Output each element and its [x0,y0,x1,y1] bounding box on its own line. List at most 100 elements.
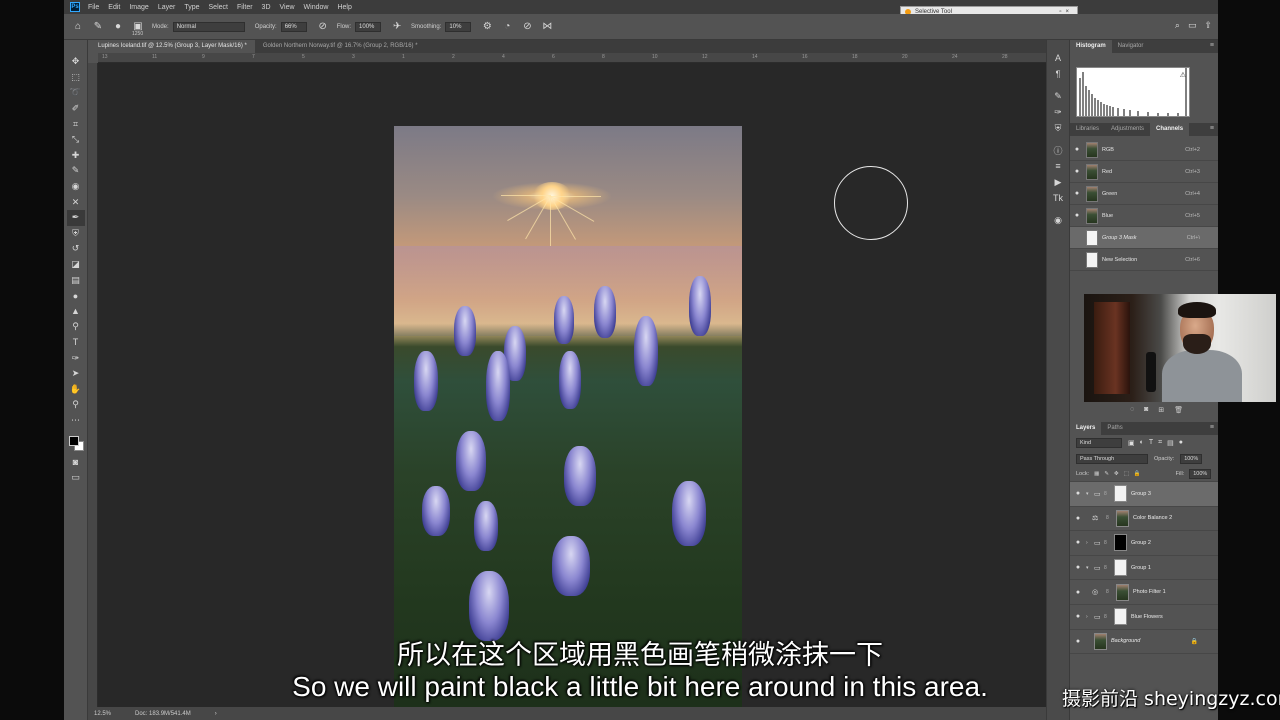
share-icon[interactable]: ⇪ [1204,20,1212,31]
tab-channels[interactable]: Channels [1150,123,1190,136]
clone-stamp-tool-icon[interactable]: ⛨ [67,226,85,242]
layer-row-blue-flowers[interactable]: ● › ▭ 8 Blue Flowers [1070,605,1218,630]
marquee-tool-icon[interactable]: ⬚ [67,70,85,86]
document-canvas[interactable] [98,63,1046,707]
paragraph-icon[interactable]: ¶ [1050,66,1066,82]
history-brush-tool-icon[interactable]: ↺ [67,241,85,257]
screen-mode-icon[interactable]: ▭ [67,470,85,486]
expand-arrow-icon[interactable]: ▾ [1086,565,1094,571]
adjustment-filter-icon[interactable]: ◐ [1140,439,1144,447]
brush-settings-panel-icon[interactable]: ✎ [1050,88,1066,104]
smoothing-field[interactable]: 10% [445,21,472,32]
channel-row-red[interactable]: ● Red Ctrl+3 [1070,161,1218,183]
workspace-icon[interactable]: ▭ [1188,20,1197,31]
channel-row-new-selection[interactable]: New Selection Ctrl+6 [1070,249,1218,271]
smart-object-filter-icon[interactable]: ▤ [1167,439,1174,447]
eyedropper-tool-icon[interactable]: ⤡ [67,132,85,148]
eye-icon[interactable]: ● [1070,564,1086,571]
camera-raw-icon[interactable]: ◉ [67,179,85,195]
delete-channel-icon[interactable]: 🗑 [1174,406,1183,414]
brush-tool-icon[interactable]: ✒ [66,209,85,226]
tab-golden-northern-norway[interactable]: Golden Northern Norway.tif @ 16.7% (Grou… [255,40,426,53]
kind-filter-select[interactable]: Kind [1076,438,1122,448]
menu-window[interactable]: Window [304,4,329,11]
layer-row-group-3[interactable]: ● ▾ ▭ 8 Group 3 [1070,482,1218,507]
pressure-opacity-icon[interactable]: ⊘ [317,21,329,33]
menu-view[interactable]: View [280,4,295,11]
search-icon[interactable]: ⌕ [1175,20,1180,31]
home-icon[interactable]: ⌂ [72,21,84,33]
filter-toggle-icon[interactable]: ● [1179,439,1183,447]
more-tools-icon[interactable]: ⋯ [67,413,85,429]
type-tool-icon[interactable]: T [67,335,85,351]
menu-select[interactable]: Select [209,4,228,11]
mask-link-icon[interactable]: 8 [1106,589,1112,595]
mask-link-icon[interactable]: 8 [1104,565,1110,571]
tab-navigator[interactable]: Navigator [1112,40,1150,53]
menu-image[interactable]: Image [129,4,148,11]
tab-adjustments[interactable]: Adjustments [1105,123,1150,136]
brush-tool-icon[interactable]: ✎ [92,21,104,33]
menu-3d[interactable]: 3D [262,4,271,11]
blend-mode-select[interactable]: Pass Through [1076,453,1148,464]
eye-icon[interactable]: ● [1070,168,1084,175]
opacity-field[interactable]: 66% [280,21,307,32]
menu-type[interactable]: Type [184,4,199,11]
quick-mask-icon[interactable]: ◙ [67,454,85,470]
menu-edit[interactable]: Edit [108,4,120,11]
eye-icon[interactable]: ● [1070,190,1084,197]
layer-row-photo-filter-1[interactable]: ● ◎ 8 Photo Filter 1 [1070,580,1218,605]
content-aware-move-icon[interactable]: ✕ [67,194,85,210]
mask-link-icon[interactable]: 8 [1104,491,1110,497]
clone-source-icon[interactable]: ⛨ [1050,120,1066,136]
tk-panel-icon[interactable]: Tk [1050,190,1066,206]
layer-mask-thumbnail[interactable] [1114,534,1127,552]
eye-icon[interactable]: ● [1070,539,1086,546]
foreground-color-swatch[interactable] [68,436,79,447]
smoothing-options-icon[interactable]: ⚙ [481,21,493,33]
info-icon[interactable]: ⓘ [1050,142,1066,158]
mask-link-icon[interactable]: 8 [1104,614,1110,620]
panel-menu-icon[interactable]: ≡ [1210,42,1214,49]
expand-arrow-icon[interactable]: › [1086,614,1094,620]
healing-brush-tool-icon[interactable]: ✚ [67,148,85,164]
layer-opacity-field[interactable]: 100% [1180,453,1203,464]
move-tool-icon[interactable]: ✥ [67,54,85,70]
lock-transparent-icon[interactable]: ▦ [1094,471,1099,477]
layer-mask-thumbnail[interactable] [1114,608,1127,626]
layer-mask-thumbnail[interactable] [1114,485,1127,503]
actions-icon[interactable]: ▶ [1050,174,1066,190]
fill-field[interactable]: 100% [1189,468,1212,479]
channel-row-rgb[interactable]: ● RGB Ctrl+2 [1070,139,1218,161]
new-channel-icon[interactable]: ⊞ [1158,406,1164,414]
panel-menu-icon[interactable]: ≡ [1210,424,1214,431]
layer-row-color-balance-2[interactable]: ● ⚖ 8 Color Balance 2 [1070,507,1218,532]
menu-help[interactable]: Help [337,4,351,11]
tab-lupines-iceland[interactable]: Lupines Iceland.tif @ 12.5% (Group 3, La… [90,40,255,53]
sharpen-tool-icon[interactable]: ▲ [67,304,85,320]
path-selection-tool-icon[interactable]: ➤ [67,366,85,382]
eye-icon[interactable]: ● [1070,515,1086,522]
tab-paths[interactable]: Paths [1101,422,1128,435]
eye-icon[interactable]: ● [1070,613,1086,620]
zoom-tool-icon[interactable]: ⚲ [67,397,85,413]
eye-icon[interactable]: ● [1070,146,1084,153]
pixel-filter-icon[interactable]: ▣ [1128,439,1135,447]
load-selection-icon[interactable]: ◌ [1130,406,1134,414]
lock-all-icon[interactable]: 🔒 [1134,471,1141,477]
brush-preset-icon[interactable]: ● [112,21,124,33]
mask-link-icon[interactable]: 8 [1104,540,1110,546]
plugin-panel-icon[interactable]: ◉ [1050,212,1066,228]
dodge-tool-icon[interactable]: ⚲ [67,319,85,335]
lock-artboard-icon[interactable]: ⬚ [1124,471,1129,477]
symmetry-icon[interactable]: ⋈ [541,21,553,33]
expand-arrow-icon[interactable]: › [1086,540,1094,546]
layer-mask-thumbnail[interactable] [1114,559,1127,577]
quick-select-tool-icon[interactable]: ✐ [67,101,85,117]
character-icon[interactable]: A [1050,50,1066,66]
flow-field[interactable]: 100% [355,21,382,32]
mode-select[interactable]: Normal [172,21,245,32]
menu-layer[interactable]: Layer [158,4,176,11]
lock-pixels-icon[interactable]: ✎ [1104,471,1109,477]
layer-mask-thumbnail[interactable] [1116,583,1129,601]
